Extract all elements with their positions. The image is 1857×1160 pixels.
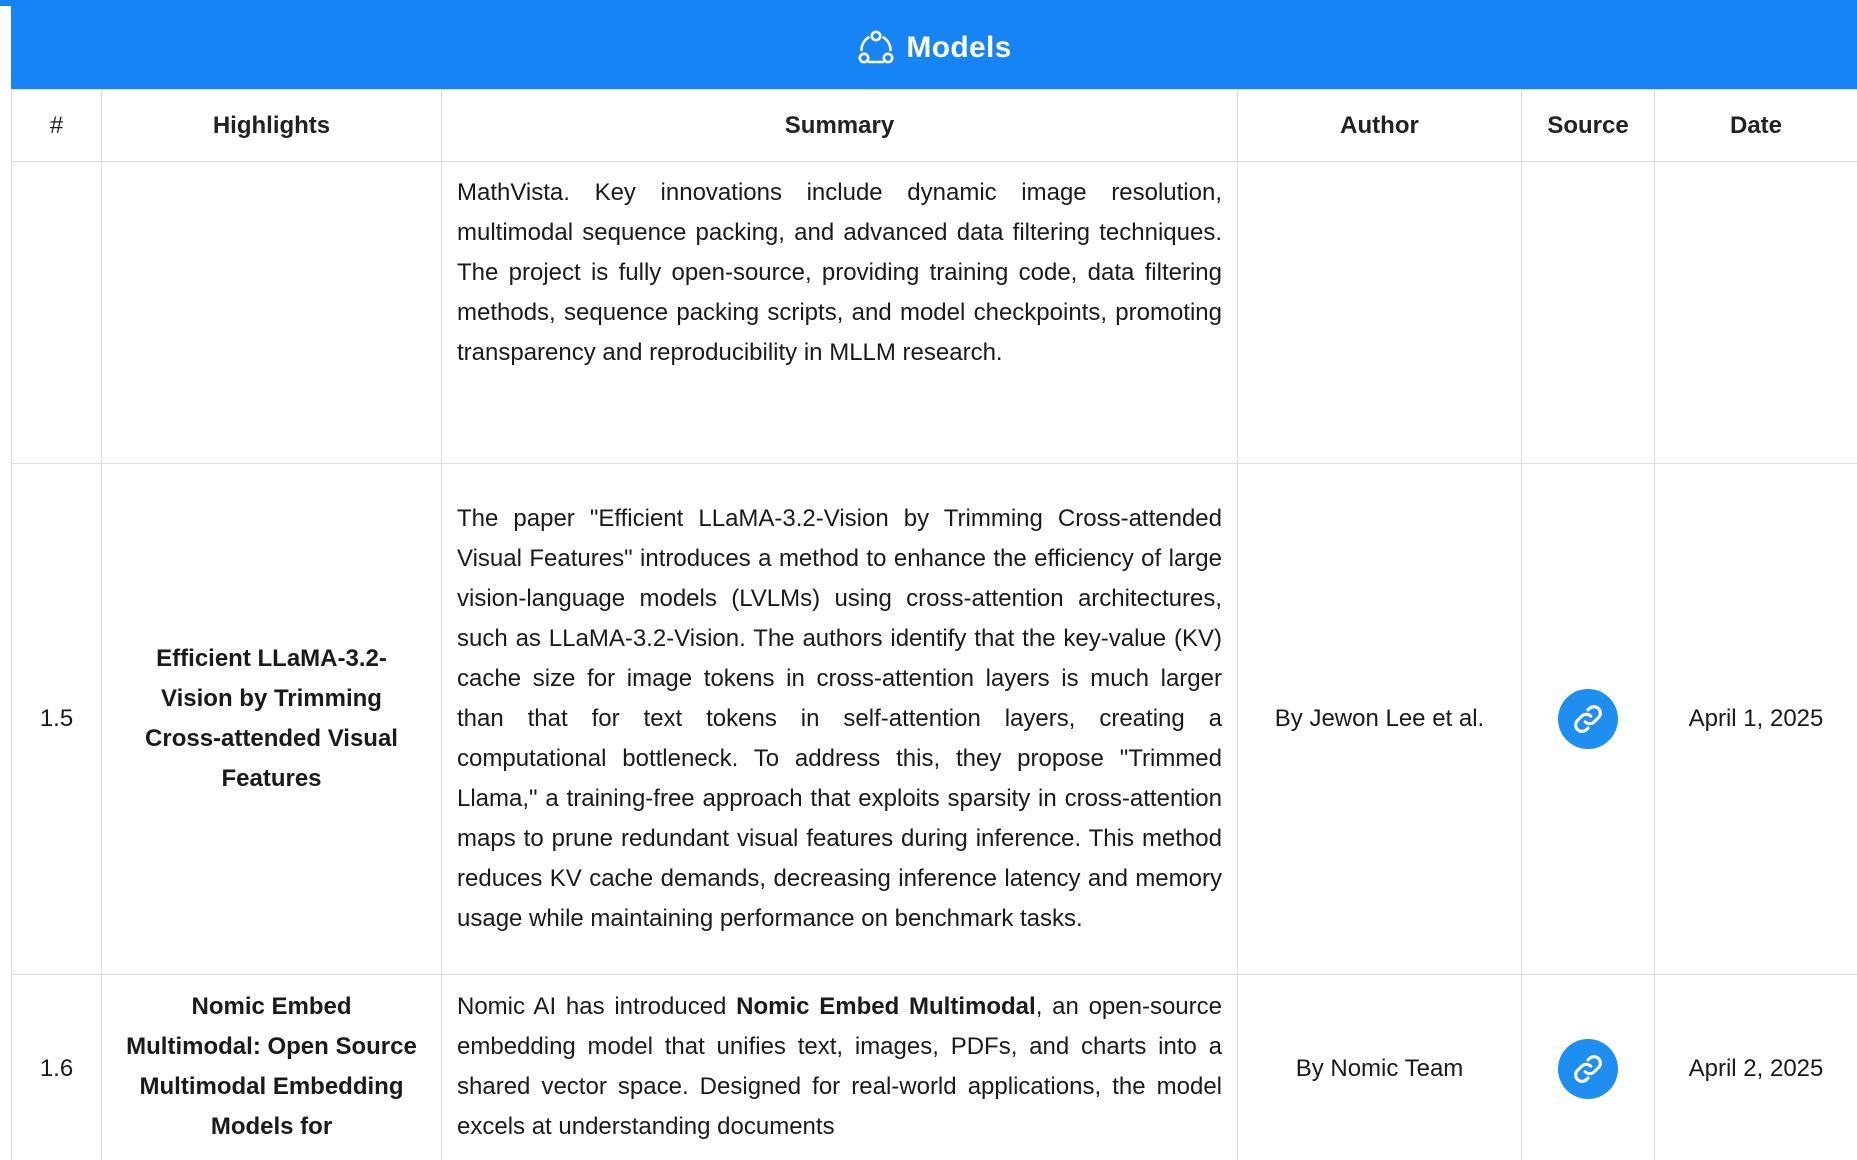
table-row: MathVista. Key innovations include dynam… <box>11 161 1857 464</box>
table-header-row: # Highlights Summary Author Source Date <box>11 89 1857 162</box>
row-number: 1.5 <box>11 463 102 975</box>
models-table: # Highlights Summary Author Source Date … <box>11 89 1857 1160</box>
page: Models # Highlights Summary Author Sourc… <box>0 0 1857 1160</box>
table-row: 1.6 Nomic Embed Multimodal: Open Source … <box>11 974 1857 1160</box>
column-header-highlights: Highlights <box>101 89 442 162</box>
row-author: By Jewon Lee et al. <box>1237 463 1522 975</box>
row-summary: MathVista. Key innovations include dynam… <box>441 161 1238 464</box>
column-header-date: Date <box>1654 89 1857 162</box>
column-header-summary: Summary <box>441 89 1238 162</box>
link-icon <box>1574 705 1602 733</box>
row-number: 1.6 <box>11 974 102 1160</box>
column-header-author: Author <box>1237 89 1522 162</box>
row-source <box>1521 161 1655 464</box>
table-row: 1.5 Efficient LLaMA-3.2-Vision by Trimmi… <box>11 463 1857 975</box>
summary-bold-text: Nomic Embed Multimodal <box>736 993 1036 1020</box>
row-date: April 1, 2025 <box>1654 463 1857 975</box>
row-source <box>1521 974 1655 1160</box>
row-number <box>11 161 102 464</box>
row-author <box>1237 161 1522 464</box>
source-link-button[interactable] <box>1558 689 1618 749</box>
link-icon <box>1574 1054 1602 1083</box>
row-date: April 2, 2025 <box>1654 974 1857 1160</box>
row-highlight <box>101 161 442 464</box>
nodes-cycle-icon <box>856 28 896 68</box>
row-author: By Nomic Team <box>1237 974 1522 1160</box>
column-header-source: Source <box>1521 89 1655 162</box>
column-header-num: # <box>11 89 102 162</box>
models-panel: Models # Highlights Summary Author Sourc… <box>11 6 1857 1160</box>
source-link-button[interactable] <box>1558 1038 1618 1099</box>
section-header: Models <box>11 6 1857 89</box>
row-source <box>1521 463 1655 975</box>
row-highlight: Efficient LLaMA-3.2-Vision by Trimming C… <box>101 463 442 975</box>
section-title: Models <box>906 30 1012 64</box>
row-date <box>1654 161 1857 464</box>
row-highlight: Nomic Embed Multimodal: Open Source Mult… <box>101 974 442 1160</box>
row-summary: Nomic AI has introduced Nomic Embed Mult… <box>441 974 1238 1160</box>
summary-text: Nomic AI has introduced <box>457 993 737 1020</box>
row-summary: The paper "Efficient LLaMA-3.2-Vision by… <box>441 463 1238 975</box>
